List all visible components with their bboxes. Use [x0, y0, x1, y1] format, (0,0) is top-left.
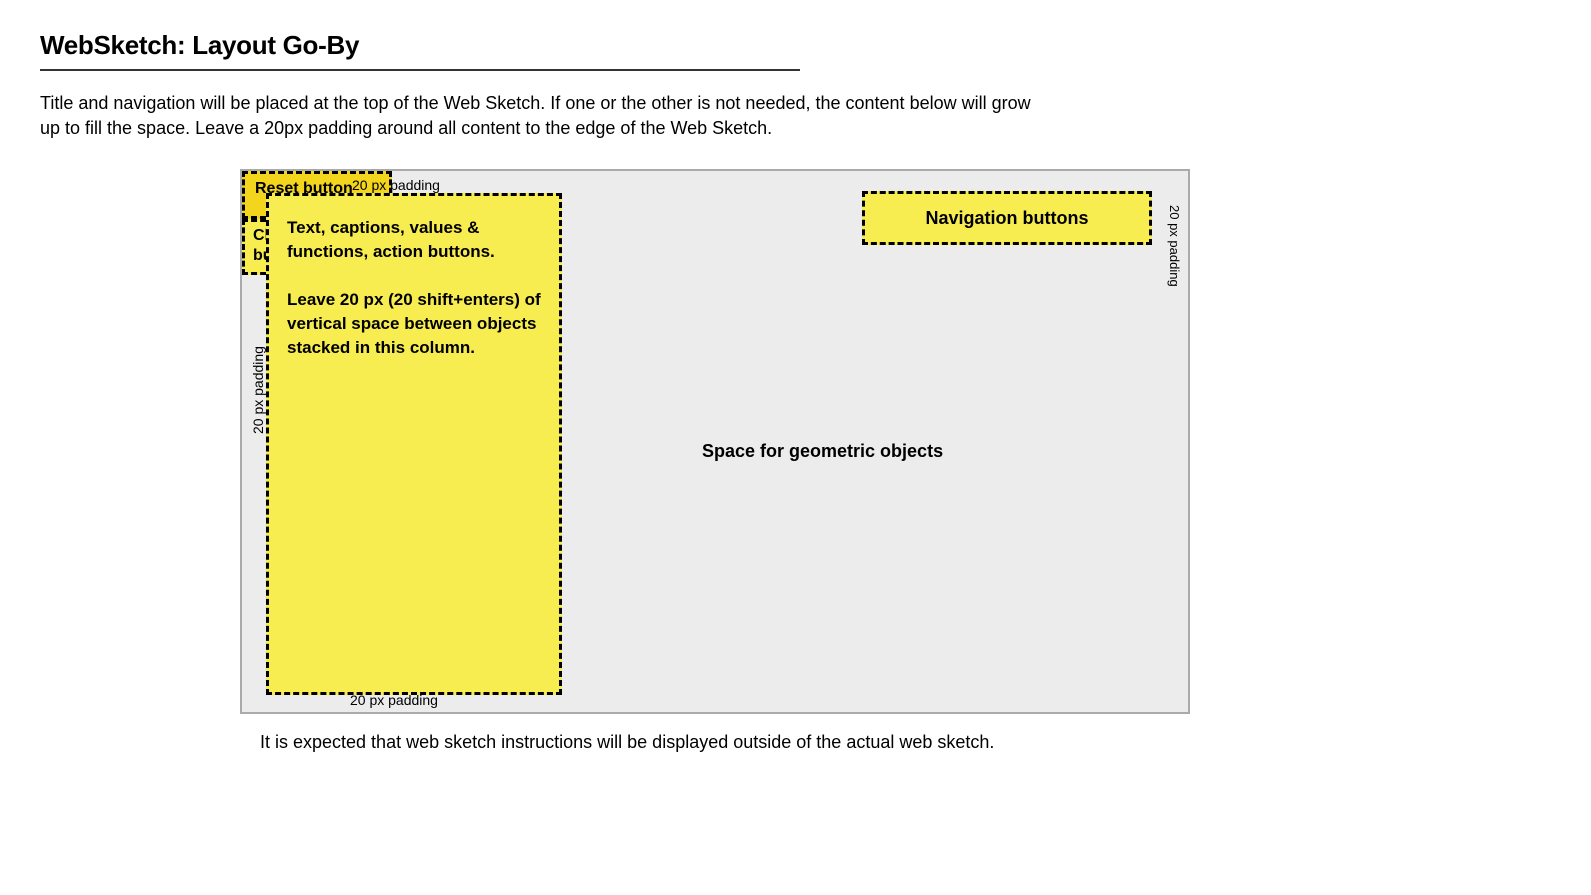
left-text-panel: Text, captions, values & functions, acti…: [266, 193, 562, 695]
geometric-space-label: Space for geometric objects: [702, 441, 943, 462]
left-para1: Text, captions, values & functions, acti…: [287, 216, 541, 264]
navigation-panel-region: Navigation buttons: [862, 191, 1152, 245]
padding-annotation-left: 20 px padding: [250, 346, 266, 434]
navigation-panel-label: Navigation buttons: [926, 208, 1089, 229]
left-para2: Leave 20 px (20 shift+enters) of vertica…: [287, 288, 541, 359]
padding-annotation-right: 20 px padding: [1167, 205, 1182, 287]
title-divider: [40, 69, 800, 71]
footer-instruction-note: It is expected that web sketch instructi…: [260, 732, 1200, 753]
page-title: WebSketch: Layout Go-By: [40, 30, 1551, 61]
sketch-container: 20 px padding 20 px padding 20 px paddin…: [240, 169, 1190, 714]
intro-text: Title and navigation will be placed at t…: [40, 91, 1050, 141]
sketch-wrapper: 20 px padding 20 px padding 20 px paddin…: [240, 169, 1200, 753]
padding-annotation-top: 20 px padding: [352, 177, 440, 193]
